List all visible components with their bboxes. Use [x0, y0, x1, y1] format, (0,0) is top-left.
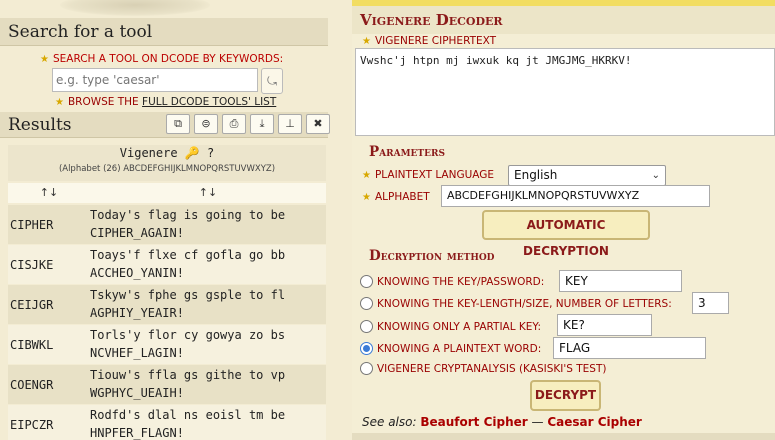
language-label: ★ Plaintext language [362, 169, 494, 181]
search-go-button[interactable]: ⤿ [261, 68, 283, 94]
close-icon[interactable]: ✖ [306, 114, 330, 134]
copy-all-icon[interactable]: ⊜ [194, 114, 218, 134]
row-key: CIPHER [10, 218, 54, 232]
row-key: EIPCZR [10, 418, 54, 432]
plaintext-word-input[interactable]: FLAG [553, 337, 706, 359]
result-alphabet: (Alphabet (26) ABCDEFGHIJKLMNOPQRSTUVWXY… [58, 164, 276, 174]
tool-panel: Vigenere Decoder ★ Vigenere ciphertext Vw… [352, 0, 775, 440]
star-icon: ★ [55, 97, 64, 108]
sort-text-column[interactable]: ↑↓ [90, 183, 326, 203]
alphabet-label: ★ Alphabet [362, 191, 430, 203]
row-key: COENGR [10, 378, 54, 392]
ciphertext-label-text: Vigenere ciphertext [374, 35, 497, 47]
table-row[interactable]: CISJKE Toays'f flxe cf gofla go bb ACCHEO… [8, 245, 326, 285]
full-tools-list-link[interactable]: full dCode tools' list [142, 96, 276, 108]
row-text: Tiouw's ffla gs githe to vp WGPHYC_UEAIH… [90, 368, 293, 400]
bottom-bar [352, 433, 775, 440]
option-partial-label: Knowing only a partial key: [377, 320, 541, 333]
option-partial-key[interactable]: Knowing only a partial key: [360, 320, 541, 333]
key-input[interactable]: KEY [559, 270, 682, 292]
radio-key-length[interactable] [360, 297, 373, 310]
option-length-label: Knowing the key-length/size, number of l… [377, 297, 672, 310]
row-text: Tskyw's fphe gs gsple to fl AGPHIY_YEAIR… [90, 288, 293, 320]
row-key: CISJKE [10, 258, 54, 272]
star-icon: ★ [362, 36, 371, 47]
decorative-header-image [60, 0, 210, 16]
radio-plaintext-word[interactable] [360, 342, 373, 355]
key-length-input[interactable]: 3 [692, 292, 729, 314]
result-cipher-name: Vigenere [119, 146, 178, 160]
print-icon[interactable]: ⎙ [222, 114, 246, 134]
table-row[interactable]: COENGR Tiouw's ffla gs githe to vp WGPHYC… [8, 365, 326, 405]
left-panel: Search for a tool ★ Search a tool on dCod… [0, 0, 344, 440]
language-label-text: Plaintext language [374, 169, 495, 181]
option-plaintext-label: Knowing a plaintext word: [377, 342, 542, 355]
sort-key-column[interactable]: ↑↓ [8, 183, 90, 203]
star-icon: ★ [40, 54, 49, 65]
results-table: CIPHER Today's flag is going to be CIPHER… [8, 205, 326, 440]
copy-icon[interactable]: ⧉ [166, 114, 190, 134]
row-text: Toays'f flxe cf gofla go bb ACCHEO_YANIN… [90, 248, 293, 280]
option-key-length[interactable]: Knowing the key-length/size, number of l… [360, 297, 672, 310]
download-icon[interactable]: ⤓ [250, 114, 274, 134]
partial-key-input[interactable]: KE? [557, 314, 652, 336]
radio-key-password[interactable] [360, 275, 373, 288]
option-key-label: Knowing the key/password: [377, 275, 545, 288]
ciphertext-textarea[interactable]: Vwshc'j htpn mj iwxuk kq jt JMGJMG_HKRKV… [355, 48, 775, 136]
search-hint: ★ Search a tool on dCode by keywords: [40, 53, 283, 65]
row-text: Today's flag is going to be CIPHER_AGAIN… [90, 208, 293, 240]
star-icon: ★ [362, 170, 371, 181]
option-cryptanalysis-label: Vigenere cryptanalysis (Kasiski's test) [377, 362, 607, 375]
browse-line: ★ Browse the full dCode tools' list [55, 96, 276, 108]
pin-icon[interactable]: ⊥ [278, 114, 302, 134]
search-hint-text: Search a tool on dCode by keywords: [52, 53, 284, 65]
table-row[interactable]: CIPHER Today's flag is going to be CIPHER… [8, 205, 326, 245]
option-cryptanalysis[interactable]: Vigenere cryptanalysis (Kasiski's test) [360, 362, 606, 375]
caesar-cipher-link[interactable]: Caesar Cipher [547, 415, 642, 429]
decryption-method-title: Decryption method [369, 248, 495, 264]
table-row[interactable]: CEIJGR Tskyw's fphe gs gsple to fl AGPHIY… [8, 285, 326, 325]
beaufort-cipher-link[interactable]: Beaufort Cipher [420, 415, 527, 429]
option-key-password[interactable]: Knowing the key/password: [360, 275, 544, 288]
table-row[interactable]: CIBWKL Torls'y flor cy gowya zo bs NCVHEF… [8, 325, 326, 365]
results-toolbar: ⧉ ⊜ ⎙ ⤓ ⊥ ✖ [166, 114, 332, 134]
parameters-title: Parameters [369, 144, 445, 160]
star-icon: ★ [362, 192, 371, 203]
ciphertext-label: ★ Vigenere ciphertext [362, 35, 496, 47]
search-input[interactable] [52, 68, 258, 92]
table-row[interactable]: EIPCZR Rodfd's dlal ns eoisl tm be HNPFER… [8, 405, 326, 440]
language-select[interactable]: English ⌄ [508, 165, 666, 186]
see-also-prefix: See also: [362, 415, 417, 429]
radio-cryptanalysis[interactable] [360, 362, 373, 375]
browse-prefix: Browse the [67, 96, 139, 108]
key-help-icons[interactable]: 🔑 ? [185, 146, 214, 160]
row-text: Torls'y flor cy gowya zo bs NCVHEF_LAGIN… [90, 328, 293, 360]
language-selected-value: English [514, 168, 558, 182]
search-section-title: Search for a tool [0, 18, 328, 46]
option-plaintext-word[interactable]: Knowing a plaintext word: [360, 342, 541, 355]
automatic-decryption-button[interactable]: AUTOMATIC DECRYPTION [482, 210, 650, 258]
row-key: CEIJGR [10, 298, 54, 312]
chevron-down-icon: ⌄ [651, 170, 660, 181]
see-also-separator: — [531, 415, 544, 429]
row-text: Rodfd's dlal ns eoisl tm be HNPFER_FLAGN… [90, 408, 293, 440]
row-key: CIBWKL [10, 338, 54, 352]
decrypt-button[interactable]: DECRYPT [530, 380, 601, 411]
tool-title: Vigenere Decoder [352, 6, 775, 34]
radio-partial-key[interactable] [360, 320, 373, 333]
result-heading: Vigenere 🔑 ? (Alphabet (26) ABCDEFGHIJKL… [8, 145, 326, 181]
alphabet-input[interactable]: ABCDEFGHIJKLMNOPQRSTUVWXYZ [441, 185, 710, 207]
results-sort-row: ↑↓ ↑↓ [8, 183, 326, 203]
alphabet-label-text: Alphabet [374, 191, 430, 203]
see-also: See also: Beaufort Cipher — Caesar Ciphe… [362, 415, 642, 429]
